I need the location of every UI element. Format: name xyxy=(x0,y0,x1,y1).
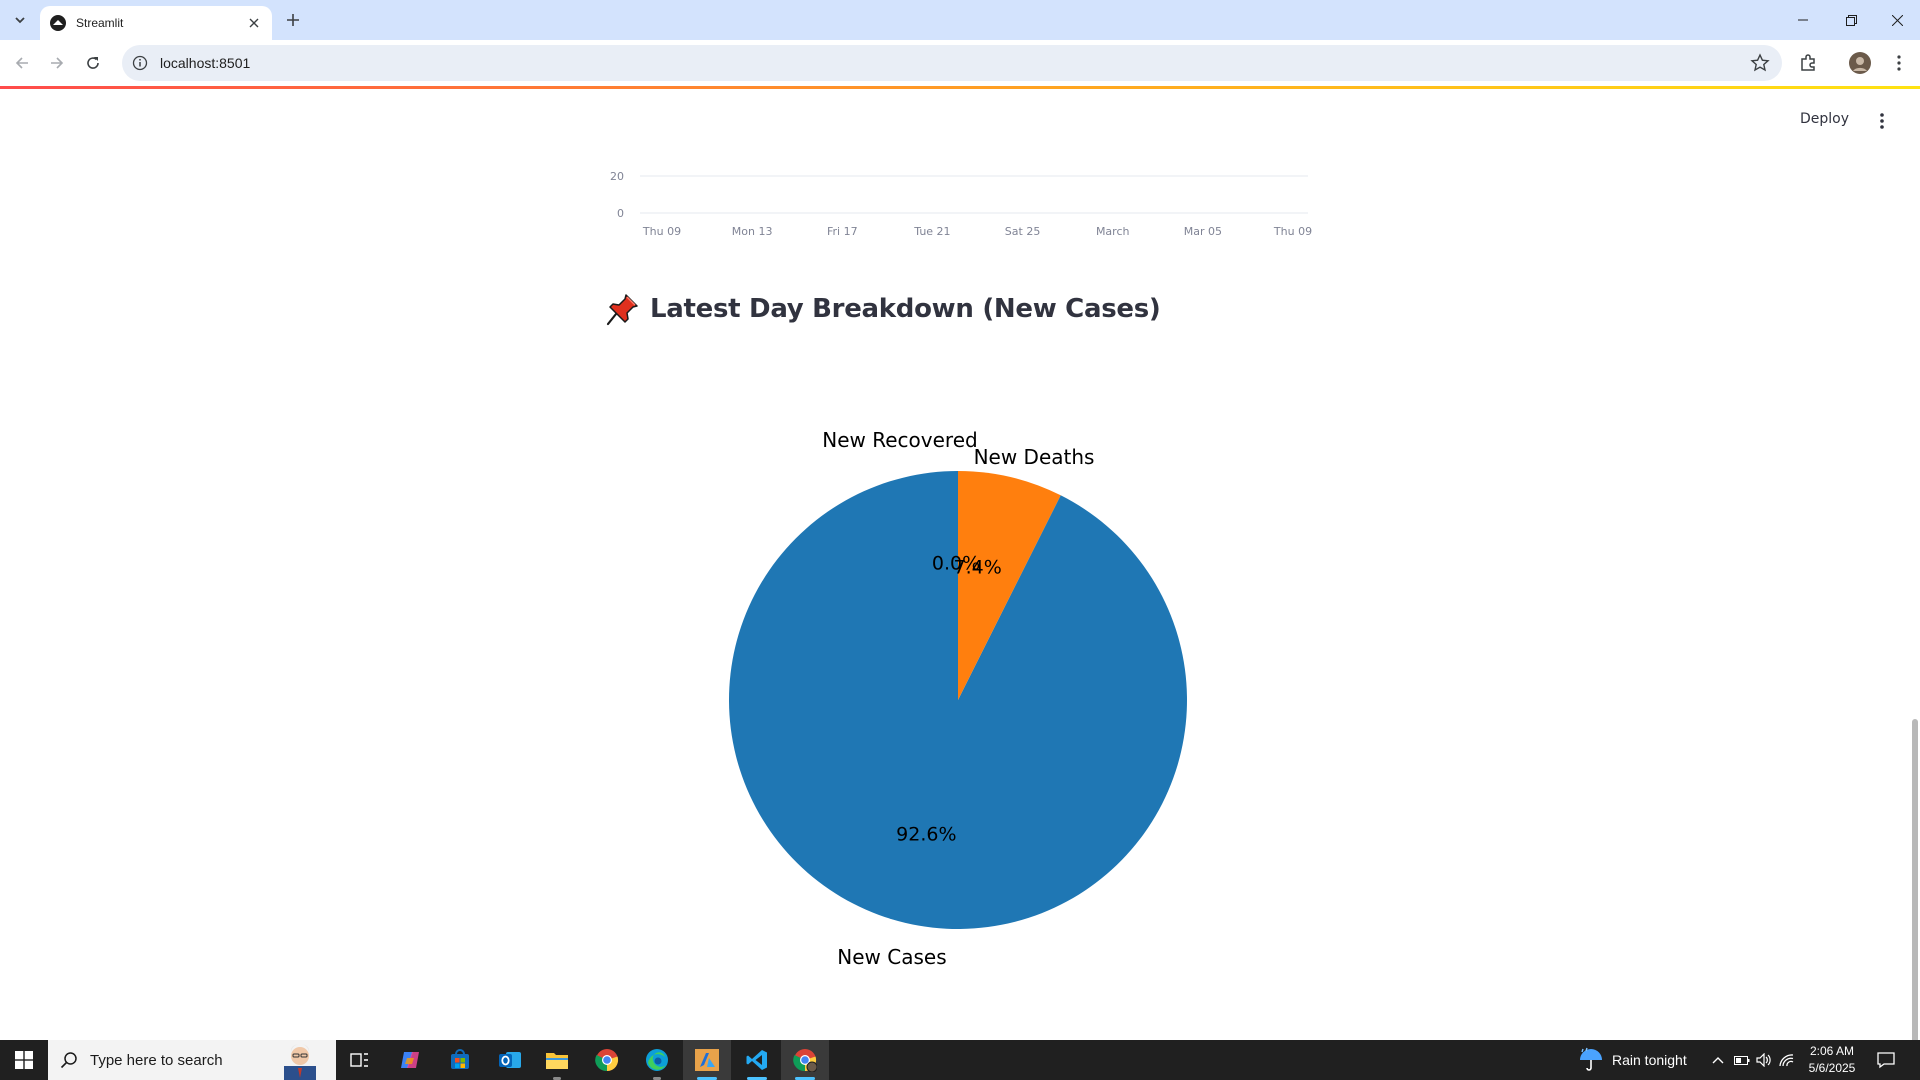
search-highlight-illustration-icon xyxy=(284,1044,316,1080)
task-view-button[interactable] xyxy=(336,1040,384,1080)
streamlit-app: Deploy 20 0 Thu 09 Mon 13 Fri 17 Tue 21 Sat 2… xyxy=(0,89,1920,1040)
minimize-button[interactable] xyxy=(1780,0,1826,40)
azure-icon xyxy=(695,1049,719,1071)
task-view-icon xyxy=(350,1053,368,1067)
restore-button[interactable] xyxy=(1828,0,1874,40)
pie-category-label: New Deaths xyxy=(974,445,1095,469)
vscode-icon xyxy=(746,1050,767,1070)
chrome-profile-icon xyxy=(793,1049,817,1072)
weather-text: Rain tonight xyxy=(1612,1052,1687,1068)
close-icon xyxy=(1891,14,1903,26)
minimize-icon xyxy=(1798,19,1808,21)
battery-tray-button[interactable] xyxy=(1732,1050,1752,1070)
x-tick-label: Thu 09 xyxy=(1273,225,1312,238)
new-tab-button[interactable] xyxy=(282,9,304,31)
browser-menu-button[interactable] xyxy=(1887,51,1911,75)
pushpin-icon xyxy=(606,294,638,326)
store-button[interactable] xyxy=(436,1040,484,1080)
system-clock[interactable]: 2:06 AM 5/6/2025 xyxy=(1800,1043,1864,1077)
chrome-button[interactable] xyxy=(583,1040,631,1080)
speaker-icon xyxy=(1756,1053,1771,1067)
more-vertical-icon xyxy=(1897,55,1901,71)
extensions-button[interactable] xyxy=(1796,51,1820,75)
pie-category-label: New Recovered xyxy=(822,428,977,452)
chrome-icon xyxy=(595,1049,619,1072)
wifi-icon xyxy=(1779,1054,1794,1067)
copilot-button[interactable] xyxy=(386,1040,434,1080)
puzzle-icon xyxy=(1801,54,1815,71)
pie-percent-label: 0.0% xyxy=(932,553,980,575)
start-button[interactable] xyxy=(0,1040,48,1080)
notification-center-icon[interactable] xyxy=(1876,1050,1896,1070)
clock-date: 5/6/2025 xyxy=(1808,1061,1856,1075)
tab-title: Streamlit xyxy=(76,16,124,30)
close-window-button[interactable] xyxy=(1874,0,1920,40)
taskbar-search[interactable]: Type here to search xyxy=(48,1040,336,1080)
back-button[interactable] xyxy=(8,49,36,77)
file-explorer-button[interactable] xyxy=(533,1040,581,1080)
reload-button[interactable] xyxy=(79,49,107,77)
file-explorer-icon xyxy=(546,1053,568,1069)
weather-widget[interactable]: Rain tonight xyxy=(1578,1040,1687,1080)
close-tab-icon[interactable] xyxy=(246,15,262,31)
search-icon xyxy=(60,1052,77,1069)
windows-logo-icon xyxy=(15,1051,33,1069)
x-tick-label: Sat 25 xyxy=(1005,225,1041,238)
arrow-left-icon xyxy=(15,57,28,69)
reload-icon xyxy=(87,57,99,69)
page-title: Latest Day Breakdown (New Cases) xyxy=(650,294,1161,324)
outlook-button[interactable] xyxy=(486,1040,534,1080)
copilot-icon xyxy=(401,1052,419,1068)
x-tick-label: Thu 09 xyxy=(642,225,681,238)
azure-button[interactable] xyxy=(683,1040,731,1080)
outlook-icon xyxy=(499,1052,521,1068)
pie-percent-label: 92.6% xyxy=(896,824,956,846)
section-heading: Latest Day Breakdown (New Cases) xyxy=(606,285,1161,333)
deploy-button[interactable]: Deploy xyxy=(1800,111,1849,127)
tab-search-button[interactable] xyxy=(8,8,32,32)
arrow-right-icon xyxy=(51,57,64,69)
x-tick-label: Mon 13 xyxy=(732,225,773,238)
browser-tab-strip: Streamlit xyxy=(0,0,1920,40)
edge-button[interactable] xyxy=(633,1040,681,1080)
active-tab[interactable]: Streamlit xyxy=(40,6,272,40)
browser-toolbar: localhost:8501 xyxy=(0,40,1920,86)
main-menu-icon[interactable] xyxy=(1872,111,1892,131)
chevron-down-icon xyxy=(15,17,25,24)
profile-button[interactable] xyxy=(1848,51,1872,75)
line-chart: 20 0 Thu 09 Mon 13 Fri 17 Tue 21 Sat 25 March M… xyxy=(610,170,1312,238)
pie-category-label: New Cases xyxy=(837,945,946,969)
edge-icon xyxy=(646,1049,668,1071)
battery-icon xyxy=(1734,1056,1750,1065)
bookmark-star-icon[interactable] xyxy=(1750,53,1770,73)
x-tick-label: Fri 17 xyxy=(827,225,858,238)
windows-taskbar: Type here to search Rain tonight 2:06 AM… xyxy=(0,1040,1920,1080)
address-bar[interactable]: localhost:8501 xyxy=(122,45,1782,81)
avatar xyxy=(1849,52,1871,74)
vscode-button[interactable] xyxy=(733,1040,781,1080)
clock-time: 2:06 AM xyxy=(1809,1044,1855,1058)
url-text[interactable]: localhost:8501 xyxy=(160,55,250,71)
show-hidden-icons-button[interactable] xyxy=(1708,1050,1728,1070)
x-tick-label: Mar 05 xyxy=(1184,225,1222,238)
umbrella-rain-icon xyxy=(1580,1047,1602,1071)
forward-button[interactable] xyxy=(43,49,71,77)
chevron-up-icon xyxy=(1712,1057,1724,1064)
x-tick-label: Tue 21 xyxy=(913,225,950,238)
store-icon xyxy=(451,1049,469,1069)
chrome-profile-button[interactable] xyxy=(781,1040,829,1080)
y-tick-label: 20 xyxy=(610,170,624,183)
restore-icon xyxy=(1845,14,1857,26)
plus-icon xyxy=(287,14,299,26)
site-info-icon[interactable] xyxy=(130,53,150,73)
page-scrollbar[interactable] xyxy=(1912,719,1918,1040)
volume-tray-button[interactable] xyxy=(1754,1050,1774,1070)
network-tray-button[interactable] xyxy=(1776,1050,1796,1070)
pie-chart: New Cases92.6%New Deaths7.4%New Recovere… xyxy=(729,428,1187,969)
x-tick-label: March xyxy=(1096,225,1130,238)
streamlit-favicon-icon xyxy=(50,15,66,31)
y-tick-label: 0 xyxy=(617,207,624,220)
search-placeholder: Type here to search xyxy=(90,1051,223,1069)
